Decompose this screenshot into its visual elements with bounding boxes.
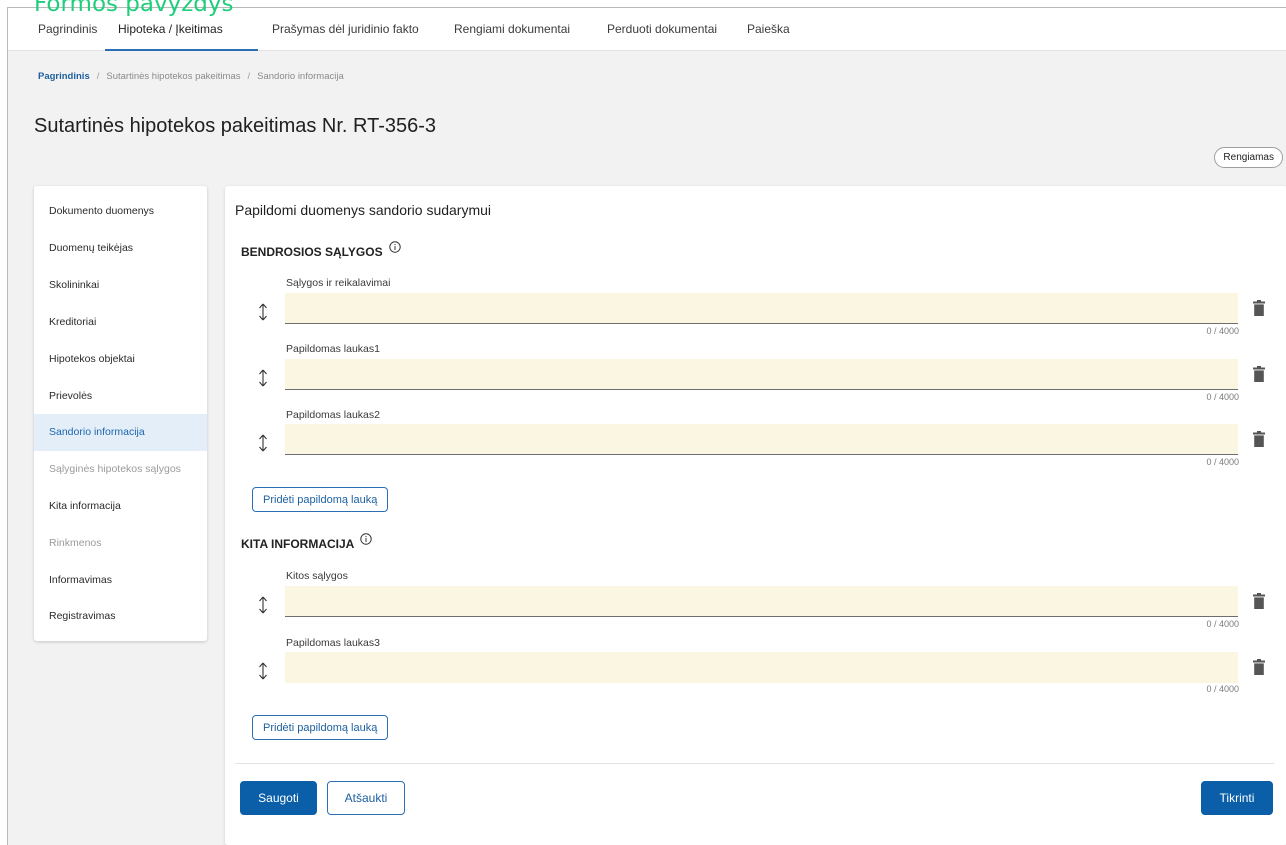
sidebar-item-sandorio-informacija[interactable]: Sandorio informacija xyxy=(34,414,207,451)
breadcrumb: Pagrindinis / Sutartinės hipotekos pakeiti… xyxy=(38,71,344,82)
drag-handle-icon[interactable] xyxy=(257,662,269,680)
breadcrumb-home[interactable]: Pagrindinis xyxy=(38,71,90,82)
sidebar-item-kita-informacija[interactable]: Kita informacija xyxy=(34,488,207,525)
sidebar-item-skolininkai[interactable]: Skolininkai xyxy=(34,267,207,304)
overlay-title: Formos pavyzdys xyxy=(34,0,234,17)
drag-handle-icon[interactable] xyxy=(257,369,269,387)
nav-item-paieska[interactable]: Paieška xyxy=(747,8,790,50)
nav-item-prasymas[interactable]: Prašymas dėl juridinio fakto xyxy=(272,8,419,50)
breadcrumb-separator: / xyxy=(247,71,251,82)
trash-icon[interactable] xyxy=(1253,593,1265,609)
salygos-ir-reikalavimai-textarea[interactable] xyxy=(285,293,1238,324)
trash-icon[interactable] xyxy=(1253,659,1265,675)
status-badge: Rengiamas xyxy=(1214,147,1283,168)
sidebar-item-prievoles[interactable]: Prievolės xyxy=(34,378,207,415)
char-counter: 0 / 4000 xyxy=(1206,326,1239,336)
add-field-button[interactable]: Pridėti papildomą lauką xyxy=(252,487,389,512)
check-button[interactable]: Tikrinti xyxy=(1201,781,1273,815)
sidebar-item-rinkmenos: Rinkmenos xyxy=(49,537,102,549)
sidebar-item-informavimas[interactable]: Informavimas xyxy=(34,562,207,599)
char-counter: 0 / 4000 xyxy=(1206,392,1239,402)
section-heading-kita-informacija: KITA INFORMACIJA xyxy=(241,533,372,551)
footer-divider xyxy=(235,763,1274,764)
char-counter: 0 / 4000 xyxy=(1206,619,1239,629)
page-title: Sutartinės hipotekos pakeitimas Nr. RT-3… xyxy=(34,115,437,137)
main-panel: Papildomi duomenys sandorio sudarymui BE… xyxy=(225,186,1286,845)
nav-item-rengiami[interactable]: Rengiami dokumentai xyxy=(454,8,570,50)
papildomas-laukas1-textarea[interactable] xyxy=(285,359,1238,390)
sidebar-item-duomenu-teikejas[interactable]: Duomenų teikėjas xyxy=(34,230,207,267)
field-label-kitos-salygos: Kitos sąlygos xyxy=(286,570,348,582)
sidebar-item-hipotekos-objektai[interactable]: Hipotekos objektai xyxy=(34,341,207,378)
drag-handle-icon[interactable] xyxy=(257,434,269,452)
field-label-salygos-ir-reikalavimai: Sąlygos ir reikalavimai xyxy=(286,277,391,289)
papildomas-laukas2-textarea[interactable] xyxy=(285,424,1238,455)
field-label-papildomas-laukas3: Papildomas laukas3 xyxy=(286,637,380,649)
breadcrumb-current: Sandorio informacija xyxy=(257,71,344,82)
field-label-papildomas-laukas2: Papildomas laukas2 xyxy=(286,409,380,421)
drag-handle-icon[interactable] xyxy=(257,596,269,614)
trash-icon[interactable] xyxy=(1253,366,1265,382)
section-heading-bendrosios-salygos: BENDROSIOS SĄLYGOS xyxy=(241,241,401,259)
info-icon[interactable] xyxy=(360,533,372,548)
add-field-button[interactable]: Pridėti papildomą lauką xyxy=(252,715,389,740)
active-tab-indicator xyxy=(105,49,258,51)
sidebar: Dokumento duomenys Duomenų teikėjas Skol… xyxy=(34,186,207,641)
char-counter: 0 / 4000 xyxy=(1206,684,1239,694)
save-button[interactable]: Saugoti xyxy=(240,781,317,815)
sidebar-item-dokumento-duomenys[interactable]: Dokumento duomenys xyxy=(34,193,207,230)
papildomas-laukas3-textarea[interactable] xyxy=(285,652,1238,683)
nav-item-perduoti[interactable]: Perduoti dokumentai xyxy=(607,8,717,50)
panel-title: Papildomi duomenys sandorio sudarymui xyxy=(235,202,492,218)
char-counter: 0 / 4000 xyxy=(1206,457,1239,467)
breadcrumb-level2[interactable]: Sutartinės hipotekos pakeitimas xyxy=(106,71,240,82)
drag-handle-icon[interactable] xyxy=(257,303,269,321)
field-label-papildomas-laukas1: Papildomas laukas1 xyxy=(286,343,380,355)
sidebar-item-salygines-hipotekos-salygos: Sąlyginės hipotekos sąlygos xyxy=(49,463,181,475)
info-icon[interactable] xyxy=(389,241,401,256)
sidebar-item-registravimas[interactable]: Registravimas xyxy=(34,598,207,635)
breadcrumb-separator: / xyxy=(96,71,100,82)
app-frame: Pagrindinis Hipoteka / Įkeitimas Prašyma… xyxy=(7,7,1286,845)
kitos-salygos-textarea[interactable] xyxy=(285,586,1238,617)
section-heading-text: KITA INFORMACIJA xyxy=(241,537,354,551)
trash-icon[interactable] xyxy=(1253,431,1265,447)
cancel-button[interactable]: Atšaukti xyxy=(327,781,405,815)
trash-icon[interactable] xyxy=(1253,300,1265,316)
section-heading-text: BENDROSIOS SĄLYGOS xyxy=(241,245,383,259)
sidebar-item-kreditoriai[interactable]: Kreditoriai xyxy=(34,304,207,341)
